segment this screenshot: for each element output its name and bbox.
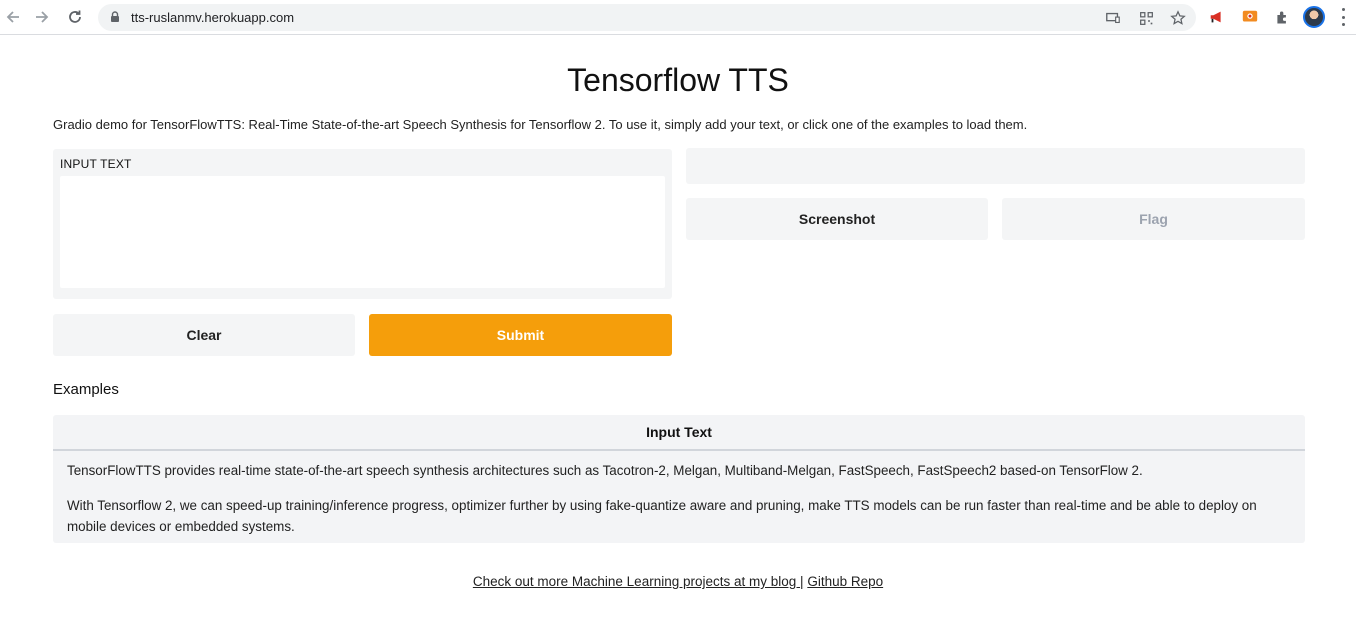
megaphone-extension-icon[interactable] [1207,7,1227,27]
qr-code-icon[interactable] [1137,9,1155,27]
bookmark-star-icon[interactable] [1169,9,1187,27]
screenshot-button[interactable]: Screenshot [686,198,988,240]
address-bar[interactable]: tts-ruslanmv.herokuapp.com [98,4,1196,31]
screen-recorder-extension-icon[interactable] [1240,7,1260,27]
submit-button[interactable]: Submit [369,314,672,356]
example-row[interactable]: With Tensorflow 2, we can speed-up train… [67,495,1292,537]
browser-toolbar: tts-ruslanmv.herokuapp.com [0,0,1356,35]
reload-icon[interactable] [64,6,86,28]
examples-table: Input Text TensorFlowTTS provides real-t… [53,415,1305,543]
examples-column-header: Input Text [53,415,1305,451]
page-title: Tensorflow TTS [567,62,789,98]
example-row[interactable]: TensorFlowTTS provides real-time state-o… [67,460,1292,481]
back-arrow-icon[interactable] [2,6,24,28]
input-text-label: INPUT TEXT [60,157,132,171]
clear-button[interactable]: Clear [53,314,355,356]
blog-link[interactable]: Check out more Machine Learning projects… [473,574,800,589]
page-description: Gradio demo for TensorFlowTTS: Real-Time… [53,117,1028,132]
puzzle-extensions-icon[interactable] [1272,7,1292,27]
github-repo-link[interactable]: Github Repo [807,574,883,589]
examples-heading: Examples [53,381,119,398]
input-text-field[interactable] [60,176,665,288]
lock-icon[interactable] [108,10,122,24]
profile-avatar[interactable] [1303,6,1325,28]
footer: Check out more Machine Learning projects… [0,574,1356,589]
footer-separator: | [800,574,804,589]
input-text-panel: INPUT TEXT [53,149,672,299]
output-audio-panel [686,148,1305,184]
browser-menu-icon[interactable] [1340,8,1346,26]
cast-icon[interactable] [1104,9,1122,27]
flag-button[interactable]: Flag [1002,198,1305,240]
forward-arrow-icon[interactable] [31,6,53,28]
url-text[interactable]: tts-ruslanmv.herokuapp.com [131,9,294,26]
